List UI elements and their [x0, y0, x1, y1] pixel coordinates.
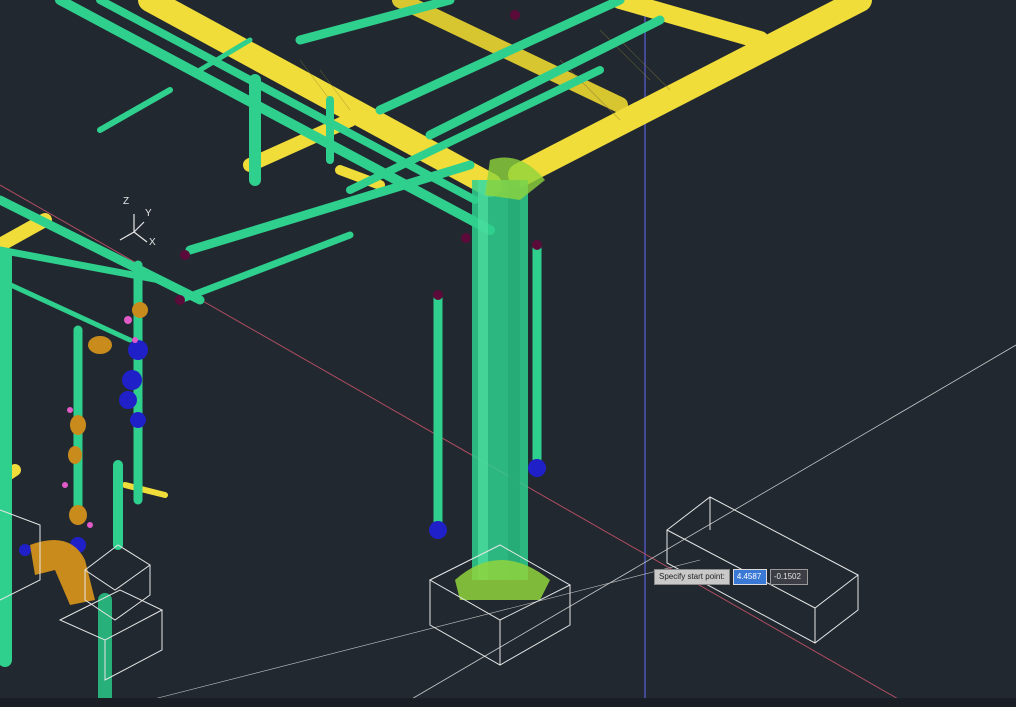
dynamic-input-prompt: Specify start point:	[654, 569, 730, 585]
dynamic-input-x-field[interactable]: 4.4587	[732, 569, 767, 585]
white-axis-line-2	[149, 559, 701, 701]
point-cloud-scene	[0, 0, 1016, 707]
fittings	[19, 10, 546, 556]
ucs-x-label: X	[149, 237, 156, 248]
ucs-y-label: Y	[145, 208, 152, 219]
bottom-edge-strip	[0, 698, 1016, 707]
dynamic-input-y-field[interactable]: -0.1502	[769, 569, 808, 585]
wireframe-footings	[0, 496, 859, 681]
drawing-viewport[interactable]: Z Y X Specify start point: 4.4587 -0.150…	[0, 0, 1016, 707]
ucs-icon: Z Y X	[112, 192, 172, 254]
ucs-z-label: Z	[123, 196, 130, 207]
dynamic-input-tooltip: Specify start point: 4.4587 -0.1502	[654, 569, 808, 585]
